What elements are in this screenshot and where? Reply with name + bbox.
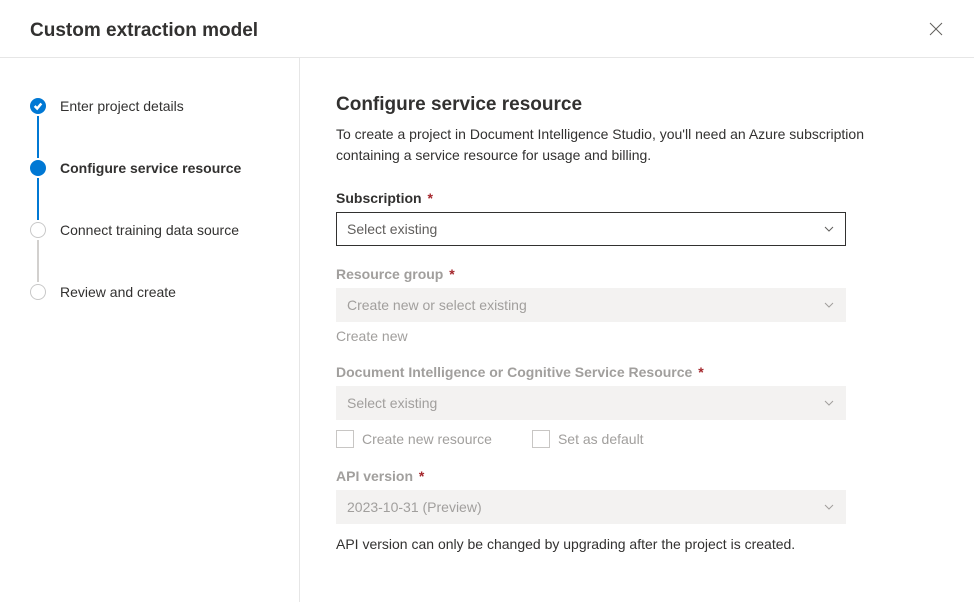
main-panel: Configure service resource To create a p… <box>300 58 974 602</box>
step-review-and-create[interactable]: Review and create <box>30 284 269 300</box>
resource-placeholder: Select existing <box>347 395 437 411</box>
resource-field-group: Document Intelligence or Cognitive Servi… <box>336 364 914 448</box>
api-version-helper: API version can only be changed by upgra… <box>336 536 914 552</box>
chevron-down-icon <box>823 501 835 513</box>
close-icon <box>928 21 944 37</box>
dialog-title: Custom extraction model <box>30 20 258 42</box>
step-connector <box>37 240 39 282</box>
subscription-label: Subscription * <box>336 190 914 206</box>
api-version-value: 2023-10-31 (Preview) <box>347 499 482 515</box>
step-indicator-pending <box>30 284 46 300</box>
resource-label: Document Intelligence or Cognitive Servi… <box>336 364 914 380</box>
step-label: Configure service resource <box>60 160 241 176</box>
page-title: Configure service resource <box>336 94 914 116</box>
api-version-label: API version * <box>336 468 914 484</box>
resource-group-placeholder: Create new or select existing <box>347 297 527 313</box>
step-connector <box>37 178 39 220</box>
resource-select[interactable]: Select existing <box>336 386 846 420</box>
step-indicator-completed <box>30 98 46 114</box>
required-indicator: * <box>415 468 424 484</box>
step-connector <box>37 116 39 158</box>
resource-checkbox-row: Create new resource Set as default <box>336 430 914 448</box>
subscription-field-group: Subscription * Select existing <box>336 190 914 246</box>
required-indicator: * <box>445 266 454 282</box>
check-icon <box>33 101 43 111</box>
chevron-down-icon <box>823 397 835 409</box>
dialog-header: Custom extraction model <box>0 0 974 58</box>
set-default-label: Set as default <box>558 431 644 447</box>
chevron-down-icon <box>823 223 835 235</box>
step-label: Enter project details <box>60 98 184 114</box>
step-enter-project-details[interactable]: Enter project details <box>30 98 269 114</box>
step-indicator-pending <box>30 222 46 238</box>
required-indicator: * <box>694 364 703 380</box>
subscription-select[interactable]: Select existing <box>336 212 846 246</box>
step-indicator-current <box>30 160 46 176</box>
resource-group-select[interactable]: Create new or select existing <box>336 288 846 322</box>
subscription-placeholder: Select existing <box>347 221 437 237</box>
api-version-field-group: API version * 2023-10-31 (Preview) API v… <box>336 468 914 552</box>
step-label: Connect training data source <box>60 222 239 238</box>
checkbox[interactable] <box>336 430 354 448</box>
page-description: To create a project in Document Intellig… <box>336 124 914 166</box>
create-new-link[interactable]: Create new <box>336 328 914 344</box>
dialog-content: Enter project details Configure service … <box>0 58 974 602</box>
api-version-select[interactable]: 2023-10-31 (Preview) <box>336 490 846 524</box>
resource-group-label: Resource group * <box>336 266 914 282</box>
create-new-resource-checkbox-item[interactable]: Create new resource <box>336 430 492 448</box>
create-new-resource-label: Create new resource <box>362 431 492 447</box>
chevron-down-icon <box>823 299 835 311</box>
step-configure-service-resource[interactable]: Configure service resource <box>30 160 269 176</box>
wizard-sidebar: Enter project details Configure service … <box>0 58 300 602</box>
set-default-checkbox-item[interactable]: Set as default <box>532 430 644 448</box>
step-label: Review and create <box>60 284 176 300</box>
required-indicator: * <box>424 190 433 206</box>
resource-group-field-group: Resource group * Create new or select ex… <box>336 266 914 344</box>
checkbox[interactable] <box>532 430 550 448</box>
close-button[interactable] <box>928 21 944 42</box>
step-connect-training-data-source[interactable]: Connect training data source <box>30 222 269 238</box>
